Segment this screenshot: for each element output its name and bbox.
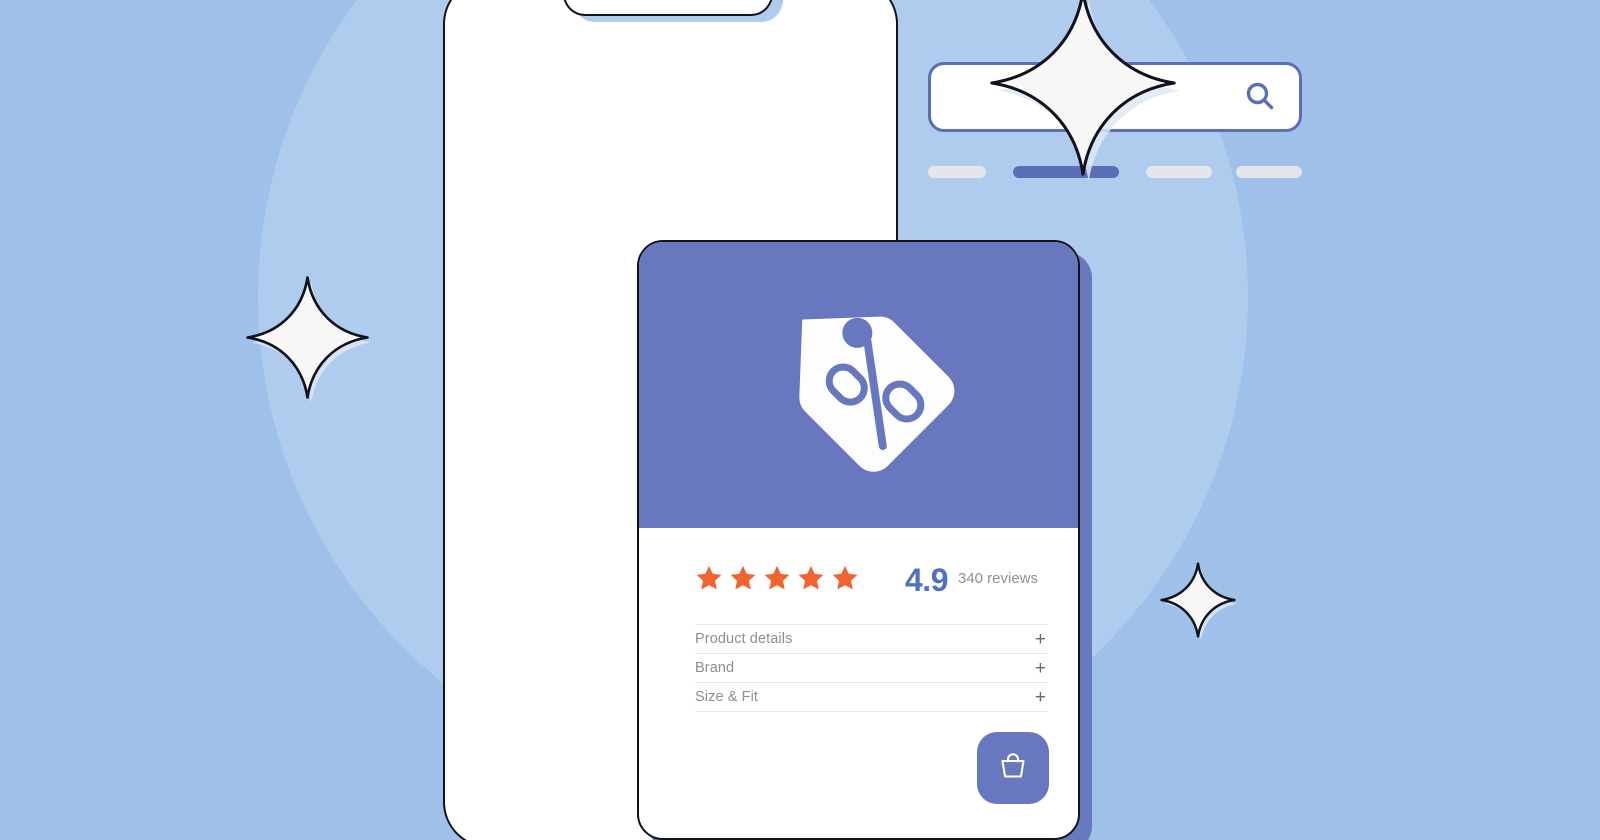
rating-row: 4.9 340 reviews: [695, 556, 1044, 604]
star-rating: [695, 564, 859, 597]
filter-chip-1[interactable]: [928, 166, 986, 178]
accordion-label: Product details: [695, 631, 793, 647]
star-icon: [763, 564, 791, 597]
shopping-bag-icon: [993, 746, 1033, 791]
star-icon: [831, 564, 859, 597]
sparkle-left: [245, 275, 372, 403]
accordion-row-product-details[interactable]: Product details +: [695, 624, 1048, 653]
accordion-row-brand[interactable]: Brand +: [695, 653, 1048, 682]
star-icon: [797, 564, 825, 597]
product-card: 4.9 340 reviews Product details + Brand …: [637, 240, 1080, 840]
product-info-accordion: Product details + Brand + Size & Fit +: [695, 624, 1048, 712]
star-icon: [729, 564, 757, 597]
star-icon: [695, 564, 723, 597]
plus-icon[interactable]: +: [1035, 630, 1048, 649]
illustration-canvas: 4.9 340 reviews Product details + Brand …: [0, 0, 1600, 840]
product-hero-image: [639, 242, 1078, 528]
discount-tag-icon: [763, 281, 963, 486]
accordion-label: Size & Fit: [695, 689, 759, 705]
sparkle-top-right: [988, 0, 1180, 182]
sparkle-bottom-right: [1160, 562, 1238, 641]
review-count: 340 reviews: [957, 570, 1039, 587]
phone-notch: [563, 0, 773, 16]
plus-icon[interactable]: +: [1035, 659, 1048, 678]
accordion-row-size-fit[interactable]: Size & Fit +: [695, 682, 1048, 712]
plus-icon[interactable]: +: [1035, 688, 1048, 707]
search-icon[interactable]: [1243, 80, 1277, 114]
accordion-label: Brand: [695, 660, 735, 676]
add-to-cart-button[interactable]: [977, 732, 1049, 804]
rating-score: 4.9: [905, 562, 948, 598]
filter-chip-4[interactable]: [1236, 166, 1302, 178]
